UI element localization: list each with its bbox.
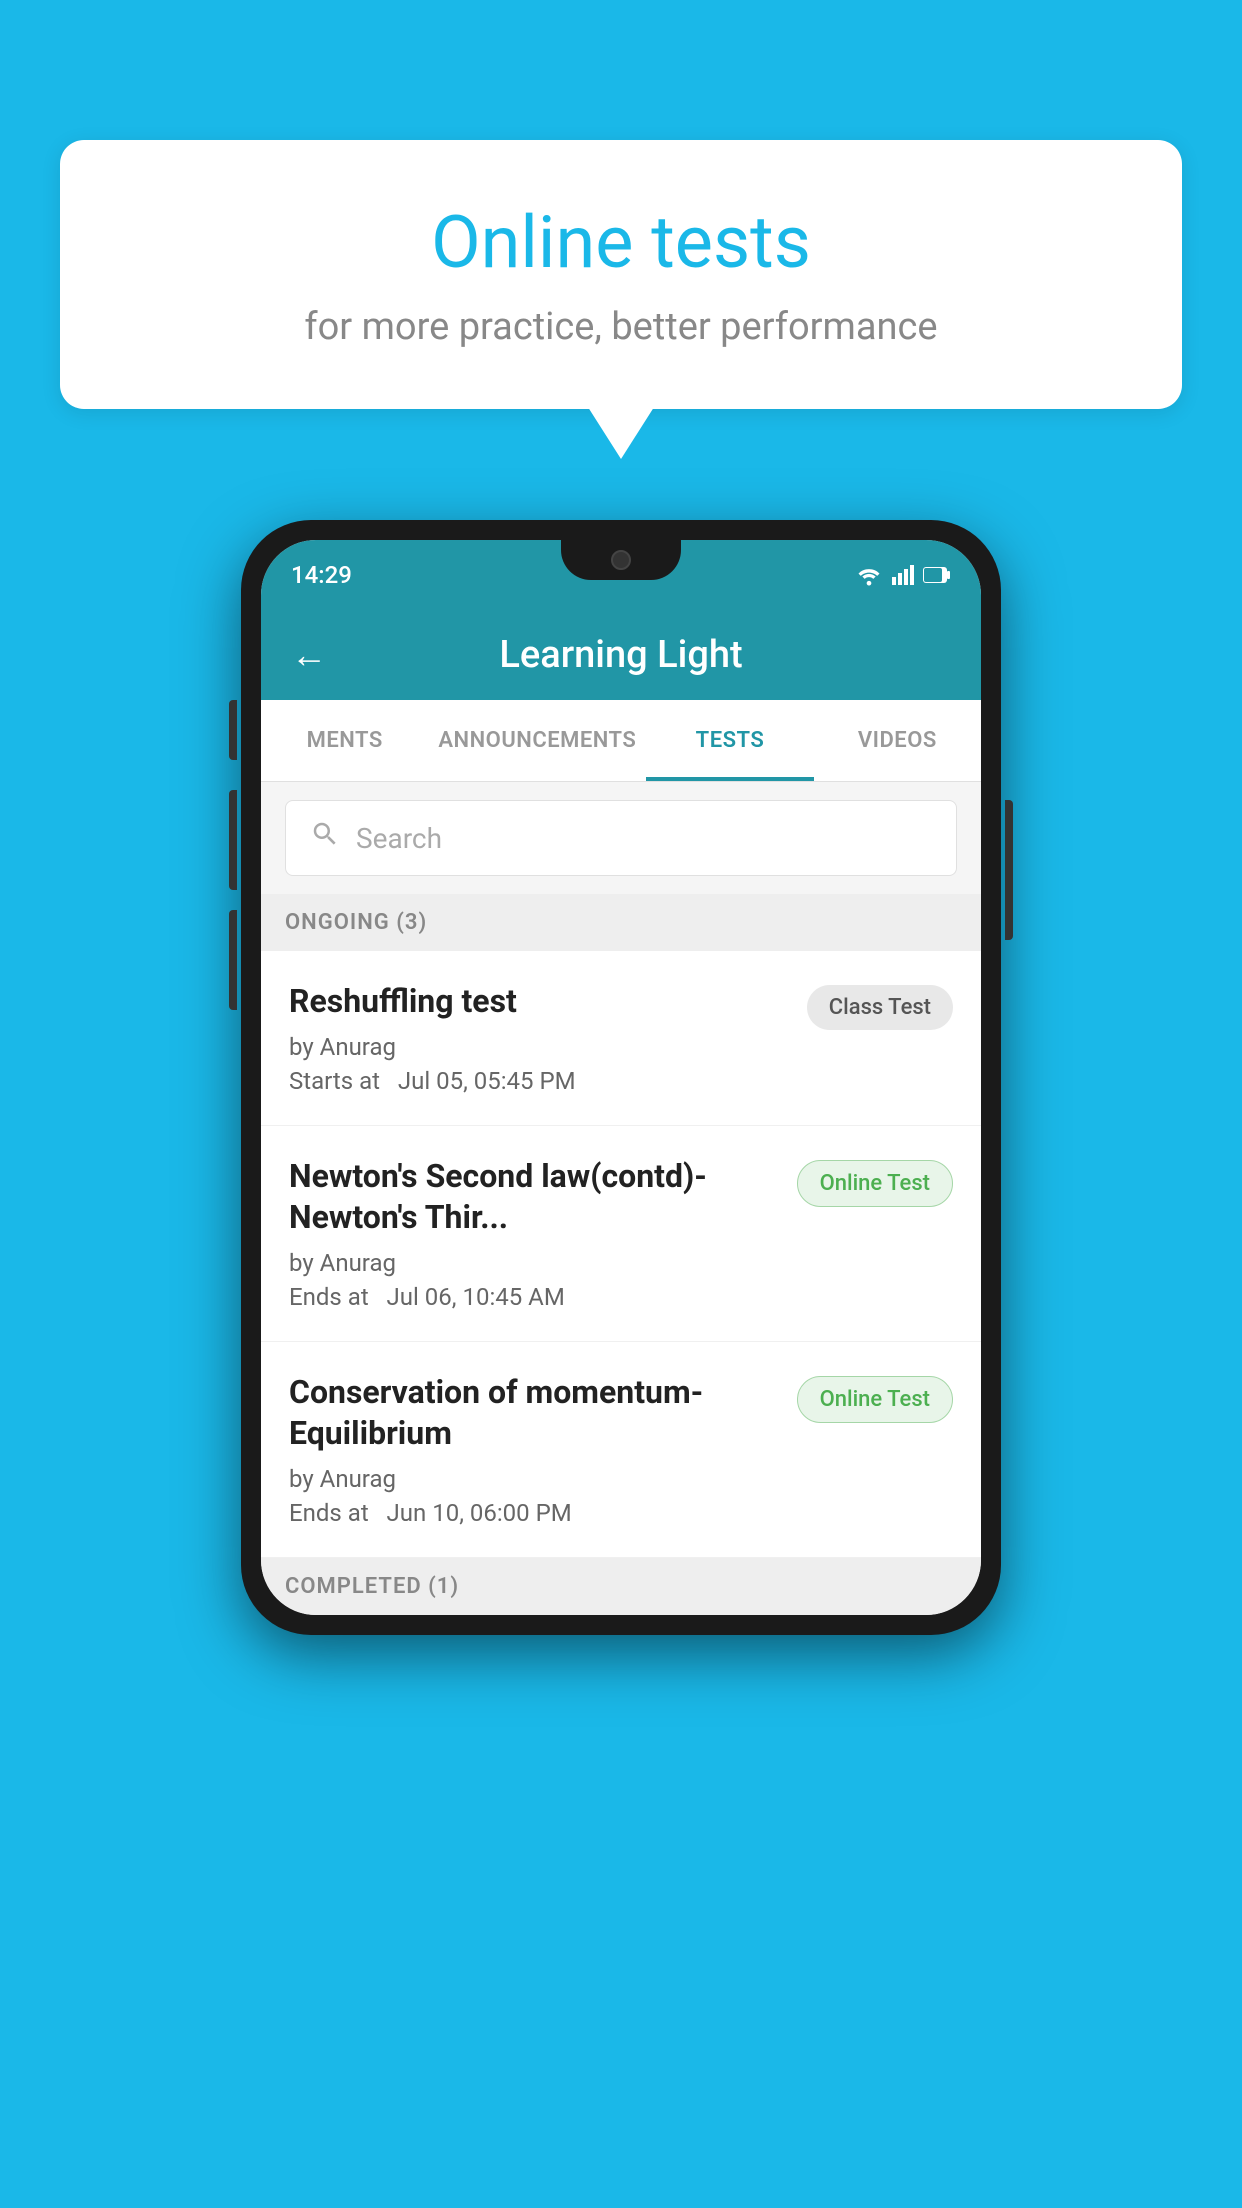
badge-online-test-1: Online Test xyxy=(797,1160,953,1207)
app-title: Learning Light xyxy=(357,633,885,677)
phone-volume-down-button xyxy=(229,910,237,1010)
tab-videos[interactable]: VIDEOS xyxy=(814,700,981,781)
test-item-newton[interactable]: Newton's Second law(contd)-Newton's Thir… xyxy=(261,1126,981,1342)
phone-power-button xyxy=(1005,800,1013,940)
test-item-content: Newton's Second law(contd)-Newton's Thir… xyxy=(289,1156,777,1311)
test-author: by Anurag xyxy=(289,1249,777,1277)
phone-frame: 14:29 xyxy=(241,520,1001,1635)
tab-announcements[interactable]: ANNOUNCEMENTS xyxy=(428,700,646,781)
signal-icon xyxy=(891,563,915,587)
wifi-icon xyxy=(855,563,883,587)
speech-bubble-container: Online tests for more practice, better p… xyxy=(60,140,1182,409)
badge-online-test-2: Online Test xyxy=(797,1376,953,1423)
notch xyxy=(561,540,681,580)
front-camera xyxy=(611,550,631,570)
test-author: by Anurag xyxy=(289,1033,787,1061)
phone-side-button xyxy=(229,700,237,760)
search-container: Search xyxy=(261,782,981,894)
search-bar[interactable]: Search xyxy=(285,800,957,876)
ongoing-section-header: ONGOING (3) xyxy=(261,894,981,951)
back-button[interactable]: ← xyxy=(291,634,327,676)
tabs-bar: MENTS ANNOUNCEMENTS TESTS VIDEOS xyxy=(261,700,981,782)
test-title-newton: Newton's Second law(contd)-Newton's Thir… xyxy=(289,1156,777,1239)
completed-section-header: COMPLETED (1) xyxy=(261,1558,981,1615)
badge-class-test: Class Test xyxy=(807,985,953,1030)
status-time: 14:29 xyxy=(291,561,352,589)
test-item-content: Conservation of momentum-Equilibrium by … xyxy=(289,1372,777,1527)
test-title-conservation: Conservation of momentum-Equilibrium xyxy=(289,1372,777,1455)
test-item-content: Reshuffling test by Anurag Starts at Jul… xyxy=(289,981,787,1095)
test-time: Ends at Jul 06, 10:45 AM xyxy=(289,1283,777,1311)
speech-bubble: Online tests for more practice, better p… xyxy=(60,140,1182,409)
test-item-reshuffling[interactable]: Reshuffling test by Anurag Starts at Jul… xyxy=(261,951,981,1126)
test-title-reshuffling: Reshuffling test xyxy=(289,981,787,1023)
test-author: by Anurag xyxy=(289,1465,777,1493)
bubble-title: Online tests xyxy=(140,200,1102,285)
tab-ments[interactable]: MENTS xyxy=(261,700,428,781)
search-input-placeholder: Search xyxy=(356,822,442,855)
test-time: Starts at Jul 05, 05:45 PM xyxy=(289,1067,787,1095)
tab-tests[interactable]: TESTS xyxy=(646,700,813,781)
phone-screen: 14:29 xyxy=(261,540,981,1615)
bubble-subtitle: for more practice, better performance xyxy=(140,305,1102,349)
status-icons xyxy=(855,563,951,587)
battery-icon xyxy=(923,563,951,587)
status-bar: 14:29 xyxy=(261,540,981,610)
phone-container: 14:29 xyxy=(241,520,1001,1635)
app-bar: ← Learning Light xyxy=(261,610,981,700)
phone-volume-up-button xyxy=(229,790,237,890)
search-icon xyxy=(310,819,340,857)
test-time: Ends at Jun 10, 06:00 PM xyxy=(289,1499,777,1527)
test-item-conservation[interactable]: Conservation of momentum-Equilibrium by … xyxy=(261,1342,981,1558)
